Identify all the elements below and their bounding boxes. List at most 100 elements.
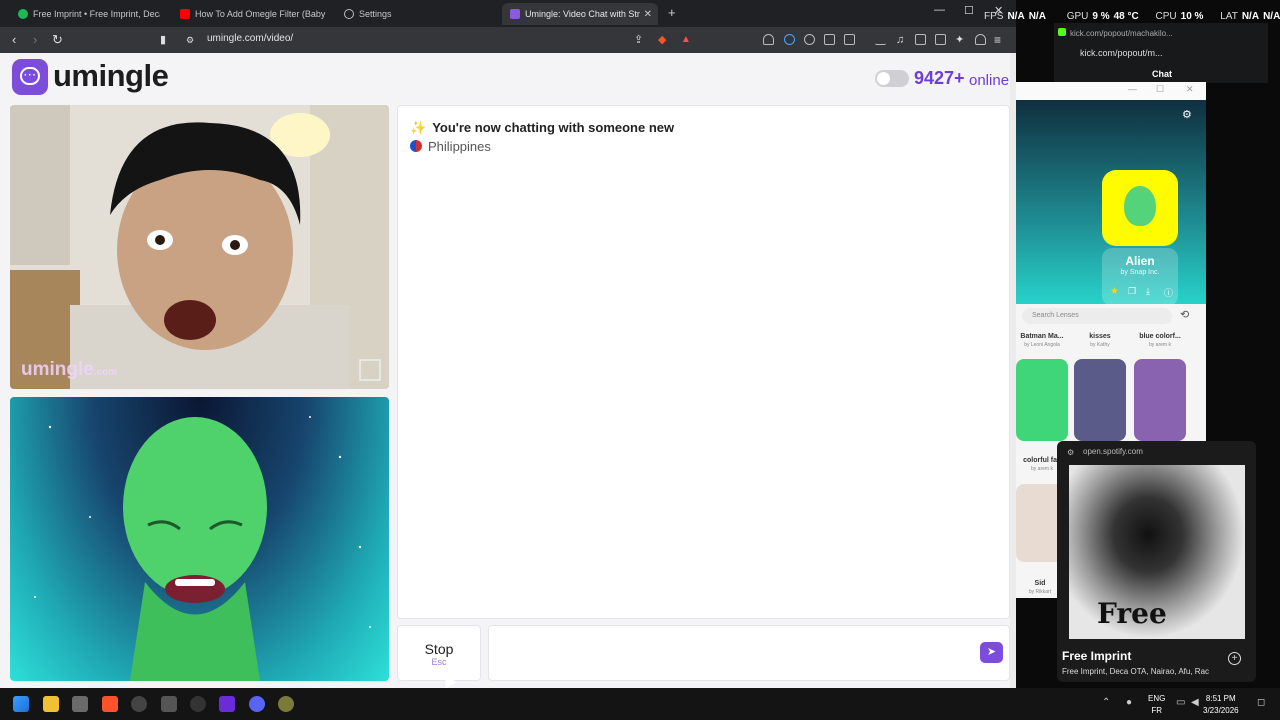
- language-indicator[interactable]: ENG FR: [1148, 693, 1165, 717]
- address-bar[interactable]: umingle.com/video/: [207, 33, 293, 44]
- sidebar-icon[interactable]: [915, 34, 926, 45]
- spotify-icon: [18, 9, 28, 19]
- kick-address[interactable]: kick.com/popout/m...: [1080, 48, 1163, 58]
- volume-icon[interactable]: ◀: [1191, 697, 1199, 708]
- site-info-icon[interactable]: ⚙: [186, 32, 194, 48]
- extension-eye-icon[interactable]: [804, 34, 815, 45]
- app-icon[interactable]: [131, 696, 147, 712]
- sparkle-icon: ✨: [410, 120, 427, 135]
- clock[interactable]: 8:51 PM 3/23/2026: [1203, 693, 1239, 717]
- gear-icon: [344, 9, 354, 19]
- screenshot-icon[interactable]: [844, 34, 855, 45]
- menu-icon[interactable]: ≡: [994, 32, 1001, 48]
- lens-thumbnail[interactable]: [1134, 359, 1186, 441]
- spotify-miniplayer: ⚙ open.spotify.com Free Free Imprint Fre…: [1057, 441, 1256, 682]
- lens-name: Alien: [1125, 254, 1155, 268]
- tray-chevron-icon[interactable]: ⌃: [1102, 697, 1110, 708]
- lens-thumbnail[interactable]: [1074, 359, 1126, 441]
- cpu-label: CPU: [1155, 11, 1177, 22]
- brave-shield-icon[interactable]: ◆: [658, 32, 666, 48]
- brave-rewards-icon[interactable]: ▲: [681, 32, 691, 48]
- share-icon[interactable]: ⇪: [634, 32, 643, 48]
- tab-label: How To Add Omegle Filter (Baby Fac: [195, 9, 328, 19]
- stranger-video: umingle.com: [10, 105, 389, 389]
- download-lens-icon[interactable]: ⤓: [1146, 286, 1150, 297]
- extension-audio-icon[interactable]: [784, 34, 795, 45]
- reload-icon[interactable]: ↻: [52, 32, 63, 48]
- send-button[interactable]: ➤: [980, 642, 1003, 663]
- brave-icon[interactable]: [102, 696, 118, 712]
- file-explorer-icon[interactable]: [43, 696, 59, 712]
- app-icon[interactable]: [278, 696, 294, 712]
- album-art[interactable]: Free: [1069, 465, 1245, 639]
- lat-label: LAT: [1220, 11, 1238, 22]
- track-artists[interactable]: Free Imprint, Deca OTA, Nairao, Afu, Rac: [1062, 667, 1218, 676]
- fps-value: N/A: [1007, 11, 1025, 22]
- snap-maximize-icon[interactable]: ☐: [1156, 84, 1164, 95]
- theme-toggle[interactable]: [875, 70, 909, 87]
- track-title[interactable]: Free Imprint: [1062, 649, 1131, 663]
- stop-button[interactable]: Stop Esc: [397, 625, 481, 681]
- close-tab-icon[interactable]: ✕: [644, 9, 652, 20]
- kick-chat-window: kick.com/popout/machakilo... kick.com/po…: [1054, 23, 1268, 83]
- lens-name: blue colorf...: [1139, 333, 1181, 340]
- leo-ai-icon[interactable]: ✦: [955, 32, 964, 48]
- date: 3/23/2026: [1203, 706, 1239, 715]
- forward-icon[interactable]: ›: [33, 32, 37, 48]
- snap-minimize-icon[interactable]: —: [1128, 84, 1137, 94]
- umingle-logo-icon[interactable]: ···: [12, 59, 48, 95]
- gpu-value: 9 %: [1092, 11, 1110, 22]
- app-icon[interactable]: [72, 696, 88, 712]
- umingle-icon: [510, 9, 520, 19]
- history-icon[interactable]: ⟲: [1180, 308, 1189, 321]
- tab-label: Free Imprint • Free Imprint, Deca: [33, 9, 160, 19]
- microphone-icon[interactable]: ●: [1126, 697, 1132, 708]
- back-icon[interactable]: ‹: [12, 32, 16, 48]
- lens-author: by Kathy: [1090, 342, 1110, 348]
- add-icon[interactable]: +: [1228, 652, 1241, 665]
- app-icon[interactable]: [219, 696, 235, 712]
- maximize-icon[interactable]: ☐: [964, 4, 974, 17]
- windows-start-icon[interactable]: [13, 696, 29, 712]
- snap-preview: ⚙ Alien by Snap Inc. ★ ❐ ⤓ ⓘ: [1016, 100, 1206, 306]
- tab-umingle[interactable]: Umingle: Video Chat with Str ✕: [502, 3, 658, 25]
- minimize-icon[interactable]: —: [934, 4, 945, 16]
- info-icon[interactable]: ⓘ: [1164, 286, 1173, 299]
- umingle-watermark: umingle.com: [21, 359, 117, 381]
- wallet-icon[interactable]: [935, 34, 946, 45]
- lens-card: Alien by Snap Inc. ★ ❐ ⤓ ⓘ: [1102, 248, 1178, 306]
- settings-icon[interactable]: ⚙: [1182, 108, 1192, 121]
- extensions-icon[interactable]: [824, 34, 835, 45]
- message-input[interactable]: [488, 625, 1010, 681]
- stop-shortcut: Esc: [431, 657, 447, 667]
- star-icon[interactable]: ★: [1110, 286, 1119, 297]
- gpu-temp: 48 °C: [1113, 11, 1139, 22]
- app-icon[interactable]: [161, 696, 177, 712]
- lens-thumbnail[interactable]: [1016, 359, 1068, 441]
- snapcode: [1102, 170, 1178, 246]
- new-tab-button[interactable]: +: [668, 5, 676, 20]
- vpn-icon[interactable]: [975, 34, 986, 45]
- time: 8:51 PM: [1205, 694, 1236, 703]
- tab-youtube[interactable]: How To Add Omegle Filter (Baby Fac: [172, 3, 328, 25]
- lang-primary: ENG: [1148, 694, 1166, 703]
- media-icon[interactable]: ♫: [896, 32, 904, 48]
- chat-panel[interactable]: ✨ You're now chatting with someone new Ph…: [397, 105, 1010, 619]
- snap-close-icon[interactable]: ✕: [1186, 84, 1194, 95]
- bookmark-icon[interactable]: ▮: [160, 32, 166, 48]
- discord-icon[interactable]: [249, 696, 265, 712]
- logo-text[interactable]: umingle: [53, 58, 169, 94]
- network-icon[interactable]: ▭: [1176, 697, 1185, 708]
- umingle-page: ··· umingle 9427+ online umingle.com ✨ Y…: [0, 53, 1016, 688]
- album-art-text: Free: [1097, 597, 1167, 630]
- lens-search[interactable]: Search Lenses: [1022, 308, 1172, 324]
- send-icon: ➤: [986, 646, 997, 658]
- tab-spotify[interactable]: Free Imprint • Free Imprint, Deca: [10, 3, 160, 25]
- download-icon[interactable]: [875, 34, 886, 45]
- shield-icon[interactable]: [763, 34, 774, 45]
- notification-icon[interactable]: ◻: [1257, 697, 1265, 708]
- app-icon[interactable]: [190, 696, 206, 712]
- copy-icon[interactable]: ❐: [1128, 286, 1136, 297]
- tab-settings[interactable]: Settings: [336, 3, 486, 25]
- lens-author: by arem k: [1149, 342, 1171, 348]
